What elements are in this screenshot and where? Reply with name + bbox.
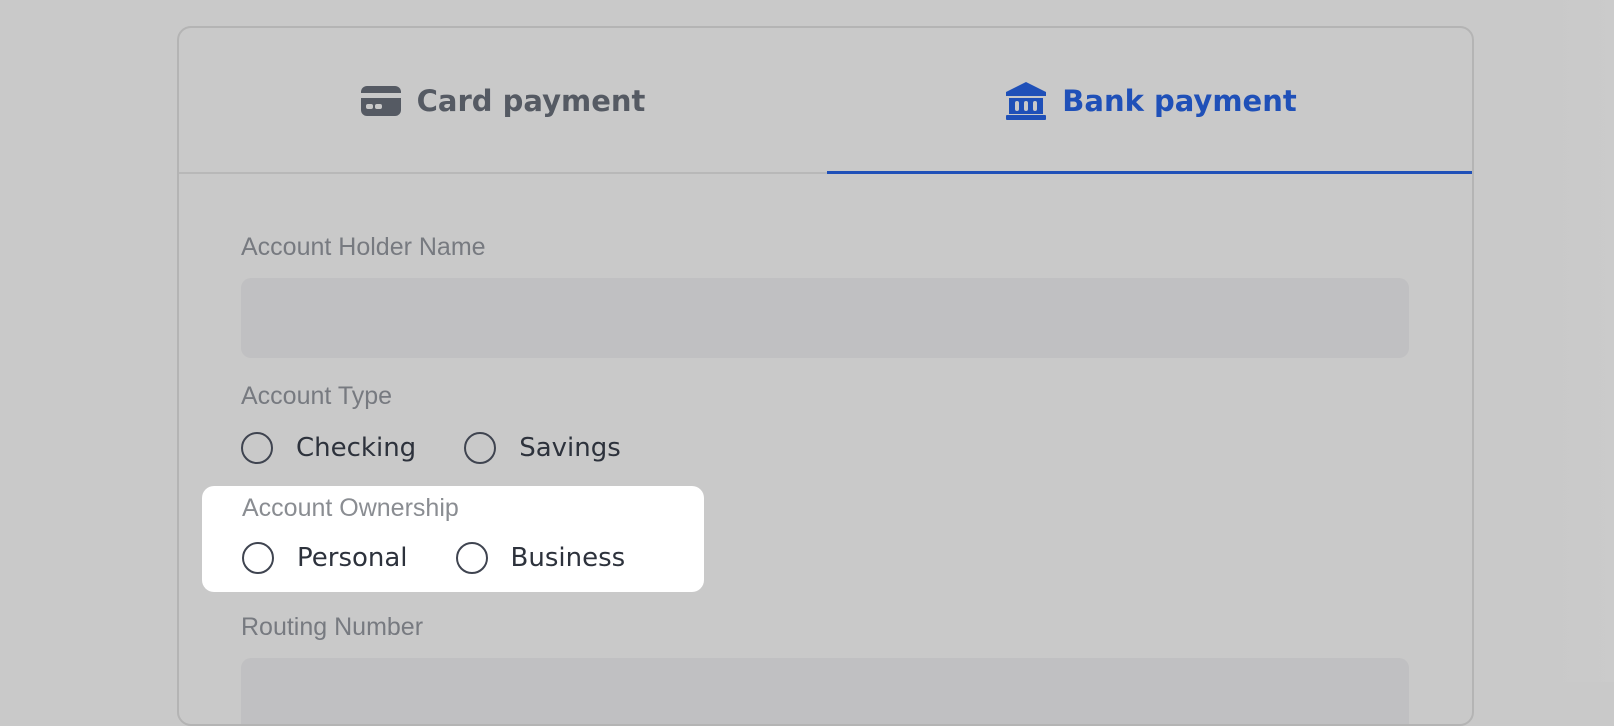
radio-checking-circle[interactable] <box>241 432 273 464</box>
routing-number-input[interactable] <box>241 658 1409 724</box>
radio-savings-circle[interactable] <box>464 432 497 464</box>
tab-bank-payment[interactable]: Bank payment <box>827 28 1472 174</box>
radio-checking-label[interactable]: Checking <box>296 433 416 463</box>
credit-card-icon <box>360 85 401 117</box>
payment-tabs: Card payment Bank payment <box>179 28 1472 174</box>
account-holder-input[interactable] <box>241 278 1409 358</box>
tab-card-payment[interactable]: Card payment <box>179 28 827 174</box>
account-holder-label: Account Holder Name <box>241 233 486 261</box>
payment-card: Card payment Bank payment Account Holder… <box>177 26 1474 726</box>
radio-personal-label[interactable]: Personal <box>297 543 408 573</box>
tab-card-payment-label: Card payment <box>416 84 646 118</box>
account-type-options: Checking Savings <box>241 432 621 464</box>
tab-bank-payment-label: Bank payment <box>1062 84 1297 118</box>
active-tab-indicator <box>827 171 1472 174</box>
radio-personal[interactable]: Personal <box>242 542 408 574</box>
radio-savings-label[interactable]: Savings <box>519 433 621 463</box>
account-ownership-section: Account Ownership Personal Business <box>202 486 704 592</box>
radio-business-label[interactable]: Business <box>511 543 626 573</box>
radio-checking[interactable]: Checking <box>241 432 416 464</box>
account-type-label: Account Type <box>241 382 393 410</box>
bank-icon <box>1006 82 1047 120</box>
radio-business-circle[interactable] <box>455 542 488 574</box>
account-ownership-options: Personal Business <box>242 542 625 574</box>
radio-personal-circle[interactable] <box>242 542 274 574</box>
routing-number-label: Routing Number <box>241 613 424 641</box>
page-edge <box>1554 0 1614 682</box>
radio-savings[interactable]: Savings <box>464 432 621 464</box>
radio-business[interactable]: Business <box>455 542 626 574</box>
account-ownership-label: Account Ownership <box>242 494 459 522</box>
